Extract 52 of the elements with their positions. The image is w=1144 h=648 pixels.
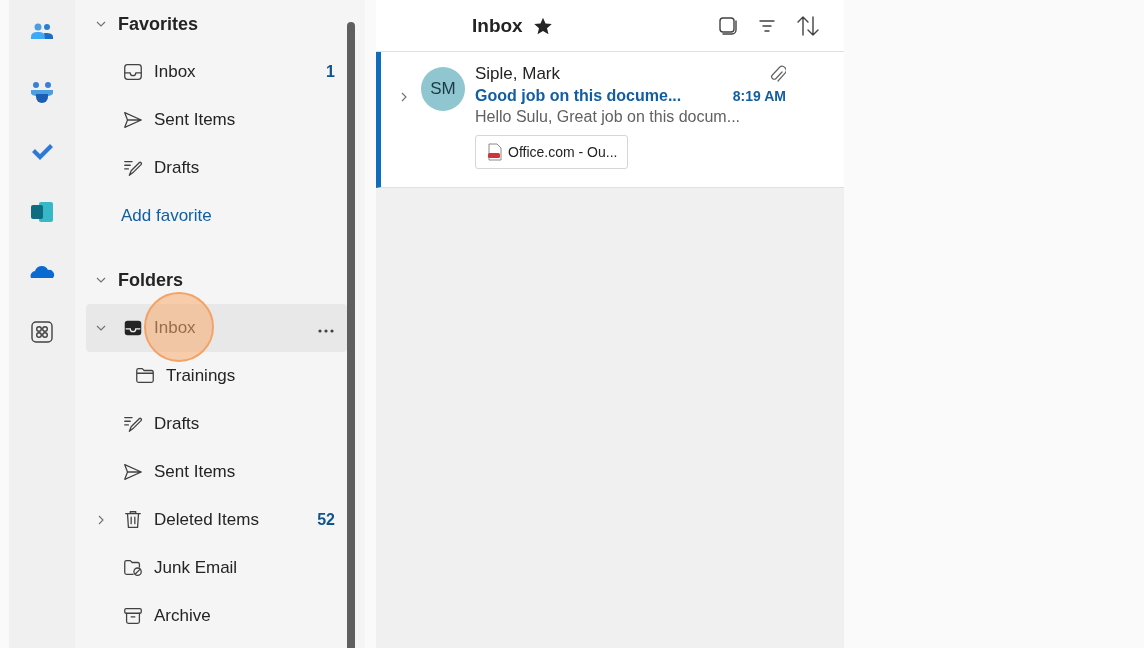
folder-label: Junk Email — [154, 558, 238, 578]
chevron-icon[interactable] — [96, 515, 106, 525]
avatar: SM — [421, 67, 465, 111]
paperclip-icon — [768, 64, 786, 84]
section-heading[interactable]: Favorites — [118, 13, 199, 35]
chevron-icon[interactable] — [96, 19, 106, 29]
document-icon — [488, 143, 502, 161]
trash-can-icon — [122, 509, 144, 531]
folder-label: Inbox — [154, 62, 196, 82]
folder-item[interactable]: Trainings — [86, 352, 347, 400]
list-title: Inbox — [472, 14, 523, 37]
folder-label: Inbox — [154, 318, 196, 338]
unread-count: 1 — [326, 63, 335, 81]
folder-item[interactable]: Junk Email — [86, 544, 347, 592]
app-tile-icon[interactable] — [30, 200, 54, 224]
folder-label: Trainings — [166, 366, 236, 386]
section-heading[interactable]: Folders — [118, 269, 183, 291]
scrollbar[interactable] — [347, 22, 355, 648]
folder-label: Deleted Items — [154, 510, 259, 530]
inbox-tray-icon — [122, 61, 144, 83]
paper-plane-icon — [122, 109, 144, 131]
preview-text: Hello Sulu, Great job on this docum... — [475, 108, 742, 126]
time-text: 8:19 AM — [732, 88, 786, 104]
select-icon[interactable] — [718, 15, 738, 36]
archive-box-icon — [122, 605, 144, 627]
add-favorite-link[interactable]: Add favorite — [86, 192, 347, 240]
sort-icon[interactable] — [796, 14, 820, 37]
group-icon[interactable] — [30, 80, 54, 104]
folder-item[interactable]: Drafts — [86, 144, 347, 192]
chevron-icon[interactable] — [96, 323, 106, 333]
folder-label: Drafts — [154, 414, 200, 434]
folder-blocked-icon — [122, 557, 144, 579]
chevron-icon[interactable] — [399, 92, 409, 102]
paper-plane-icon — [122, 461, 144, 483]
folder-item[interactable]: Sent Items — [86, 96, 347, 144]
subject-text: Good job on this docume... — [475, 87, 682, 105]
sender-name: Siple, Mark — [475, 64, 561, 84]
folder-item[interactable]: Deleted Items 52 — [86, 496, 347, 544]
apps-grid-icon[interactable] — [30, 320, 54, 344]
attachment-chip[interactable]: Office.com - Ou... — [475, 135, 629, 169]
folder-label: Archive — [154, 606, 211, 626]
folder-item[interactable]: Archive — [86, 592, 347, 640]
folder-label: Drafts — [154, 158, 200, 178]
folder-label: Sent Items — [154, 462, 236, 482]
filter-icon[interactable] — [758, 17, 776, 34]
folder-label: Sent Items — [154, 110, 236, 130]
folder-item[interactable]: Inbox 1 — [86, 48, 347, 96]
unread-count: 52 — [317, 511, 335, 529]
folder-item[interactable]: Drafts — [86, 400, 347, 448]
chevron-icon[interactable] — [96, 275, 106, 285]
message-item[interactable]: SM Siple, Mark Good job on this docume... 8:19 AM Hello Sulu, Great job on this docum... Office.com - Ou... — [376, 52, 844, 188]
folder-item[interactable]: Sent Items — [86, 448, 347, 496]
